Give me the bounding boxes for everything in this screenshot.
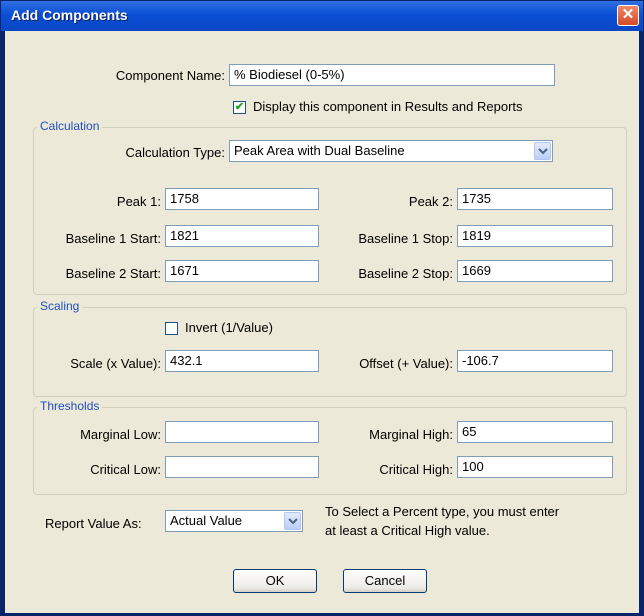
component-name-input[interactable]: % Biodiesel (0-5%) bbox=[229, 64, 555, 86]
calculation-type-select[interactable]: Peak Area with Dual Baseline bbox=[229, 140, 553, 162]
offset-input[interactable]: -106.7 bbox=[457, 350, 613, 372]
ok-button[interactable]: OK bbox=[233, 569, 317, 593]
percent-type-note-line1: To Select a Percent type, you must enter bbox=[325, 504, 560, 519]
peak2-label: Peak 2: bbox=[408, 194, 453, 209]
baseline2-start-input[interactable]: 1671 bbox=[165, 260, 319, 282]
baseline1-stop-input[interactable]: 1819 bbox=[457, 225, 613, 247]
marginal-low-label: Marginal Low: bbox=[80, 427, 161, 442]
calculation-type-label: Calculation Type: bbox=[125, 145, 226, 160]
marginal-low-input[interactable] bbox=[165, 421, 319, 443]
scale-input[interactable]: 432.1 bbox=[165, 350, 319, 372]
critical-low-label: Critical Low: bbox=[90, 462, 161, 477]
invert-label[interactable]: Invert (1/Value) bbox=[185, 320, 273, 335]
chevron-down-icon[interactable] bbox=[284, 512, 301, 530]
invert-checkbox[interactable] bbox=[165, 322, 178, 335]
add-components-dialog: Add Components ✕ Component Name: % Biodi… bbox=[0, 0, 644, 616]
cancel-button[interactable]: Cancel bbox=[343, 569, 427, 593]
display-checkbox-label[interactable]: Display this component in Results and Re… bbox=[253, 99, 523, 114]
critical-high-label: Critical High: bbox=[379, 462, 453, 477]
dialog-body: Component Name: % Biodiesel (0-5%) ✔ Dis… bbox=[5, 31, 639, 613]
peak2-input[interactable]: 1735 bbox=[457, 188, 613, 210]
checkmark-icon: ✔ bbox=[234, 101, 245, 113]
component-name-label: Component Name: bbox=[115, 68, 225, 83]
baseline1-start-label: Baseline 1 Start: bbox=[65, 231, 161, 246]
baseline1-stop-label: Baseline 1 Stop: bbox=[358, 231, 453, 246]
critical-high-input[interactable]: 100 bbox=[457, 456, 613, 478]
marginal-high-label: Marginal High: bbox=[369, 427, 453, 442]
critical-low-input[interactable] bbox=[165, 456, 319, 478]
baseline2-stop-label: Baseline 2 Stop: bbox=[358, 266, 453, 281]
scaling-legend: Scaling bbox=[37, 299, 83, 313]
calculation-legend: Calculation bbox=[37, 119, 103, 133]
chevron-down-icon[interactable] bbox=[534, 142, 551, 160]
calculation-type-value: Peak Area with Dual Baseline bbox=[234, 143, 405, 158]
dialog-title: Add Components bbox=[11, 7, 128, 23]
report-value-select[interactable]: Actual Value bbox=[165, 510, 303, 532]
close-icon[interactable]: ✕ bbox=[622, 6, 635, 23]
report-value-label: Report Value As: bbox=[45, 516, 142, 531]
percent-type-note: To Select a Percent type, you must enter… bbox=[325, 502, 559, 540]
baseline1-start-input[interactable]: 1821 bbox=[165, 225, 319, 247]
baseline2-stop-input[interactable]: 1669 bbox=[457, 260, 613, 282]
title-bar[interactable]: Add Components ✕ bbox=[1, 1, 643, 31]
display-checkbox[interactable]: ✔ bbox=[233, 101, 246, 114]
marginal-high-input[interactable]: 65 bbox=[457, 421, 613, 443]
scale-label: Scale (x Value): bbox=[70, 356, 161, 371]
thresholds-legend: Thresholds bbox=[37, 399, 103, 413]
baseline2-start-label: Baseline 2 Start: bbox=[65, 266, 161, 281]
peak1-label: Peak 1: bbox=[116, 194, 161, 209]
percent-type-note-line2: at least a Critical High value. bbox=[325, 523, 490, 538]
close-button[interactable]: ✕ bbox=[617, 5, 639, 26]
offset-label: Offset (+ Value): bbox=[359, 356, 453, 371]
peak1-input[interactable]: 1758 bbox=[165, 188, 319, 210]
report-value-value: Actual Value bbox=[170, 513, 243, 528]
